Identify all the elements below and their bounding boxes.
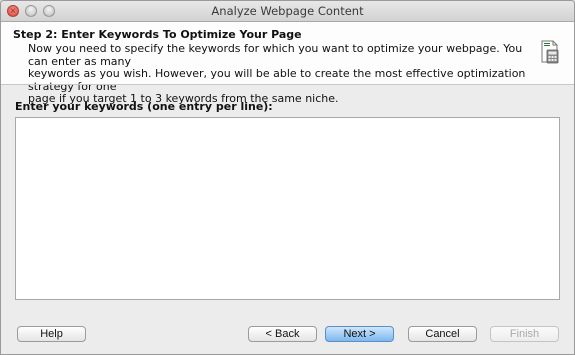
step-title: Step 2: Enter Keywords To Optimize Your …	[13, 28, 302, 41]
title-bar: × Analyze Webpage Content	[1, 1, 574, 22]
step-description-line: Now you need to specify the keywords for…	[28, 42, 523, 68]
keywords-input[interactable]	[15, 117, 560, 300]
keywords-label: Enter your keywords (one entry per line)…	[15, 100, 273, 113]
wizard-window: × Analyze Webpage Content Step 2: Enter …	[0, 0, 575, 355]
header-divider	[1, 84, 574, 85]
step-description: Now you need to specify the keywords for…	[28, 42, 528, 106]
finish-button[interactable]: Finish	[490, 326, 559, 342]
help-button[interactable]: Help	[17, 326, 86, 342]
cancel-button[interactable]: Cancel	[408, 326, 477, 342]
window-title: Analyze Webpage Content	[211, 4, 364, 18]
back-button[interactable]: < Back	[248, 326, 317, 342]
step-header: Step 2: Enter Keywords To Optimize Your …	[1, 22, 574, 105]
next-button[interactable]: Next >	[325, 326, 394, 342]
document-calculator-icon	[541, 40, 559, 64]
step-description-line: keywords as you wish. However, you will …	[28, 67, 526, 93]
